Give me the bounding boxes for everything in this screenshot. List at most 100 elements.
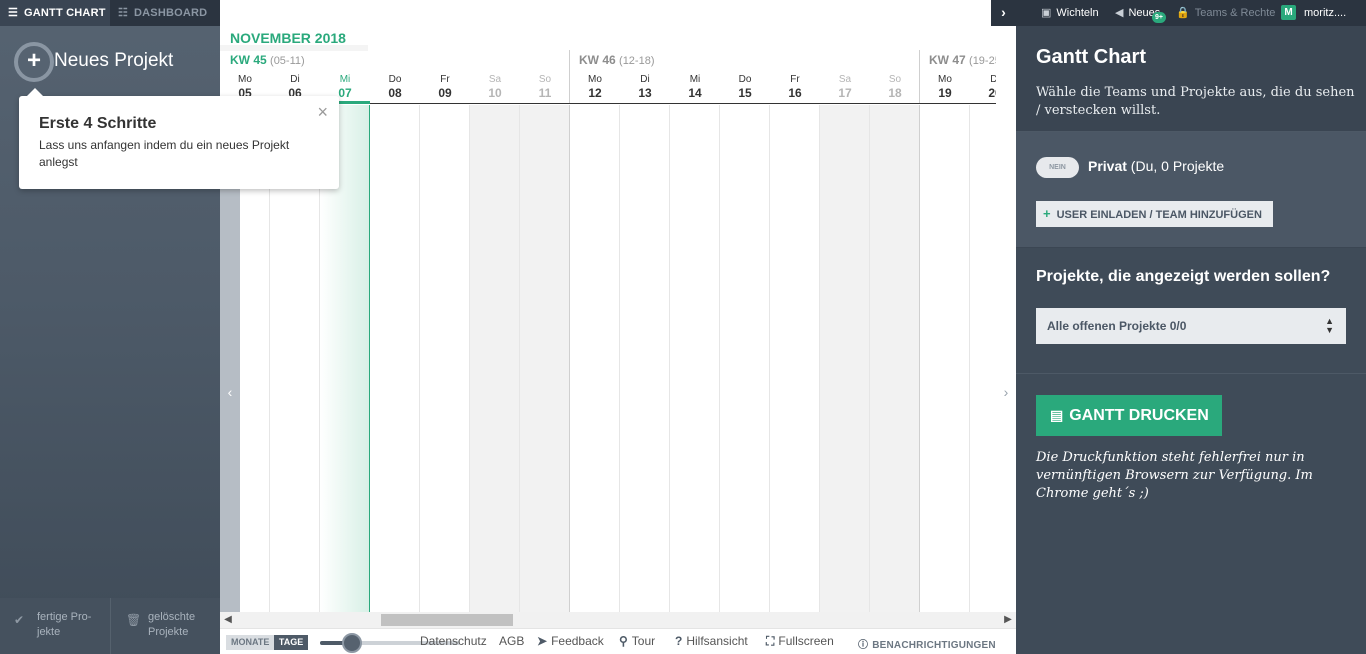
help-label: Hilfsansicht (686, 634, 748, 648)
day-name: Do (738, 74, 752, 85)
deleted-projects-label: gelöschte Projekte (148, 611, 196, 638)
day-date: 08 (388, 86, 402, 100)
bottom-toolbar: MONATE TAGE Datenschutz AGB ➤ Feedback ⚲ T… (220, 628, 1016, 654)
tour-link[interactable]: ⚲ Tour (619, 634, 655, 648)
document-icon: ▤ (1050, 407, 1064, 423)
day-name: Di (640, 74, 650, 85)
day-column[interactable] (820, 105, 870, 612)
invite-user-button[interactable]: + USER EINLADEN / TEAM HINZUFÜGEN (1036, 201, 1273, 227)
projects-title: Projekte, die angezeigt werden sollen? (1036, 268, 1331, 285)
day-name: Di (290, 74, 300, 85)
tab-gantt-chart[interactable]: ☰ GANTT CHART (0, 0, 110, 26)
finished-projects-link[interactable]: ✔ fertige Pro- jekte (14, 610, 106, 642)
week-range: (19-25) (969, 55, 996, 67)
day-header: Sa 17 (820, 74, 870, 101)
day-column[interactable] (720, 105, 770, 612)
day-name: Di (990, 74, 996, 85)
day-column[interactable] (420, 105, 470, 612)
grid-right-gutter (996, 26, 1016, 626)
trash-icon: 🗑 (126, 613, 142, 627)
fullscreen-icon: ⛶ (766, 634, 775, 648)
map-pin-icon: ⚲ (619, 634, 628, 648)
day-column[interactable] (970, 105, 996, 612)
deleted-projects-link[interactable]: 🗑 gelöschte Projekte (110, 598, 220, 654)
scroll-left-icon[interactable]: ‹ (220, 380, 240, 404)
day-column[interactable] (470, 105, 520, 612)
privacy-link[interactable]: Datenschutz (420, 634, 487, 648)
day-date: 15 (738, 86, 752, 100)
day-column[interactable] (920, 105, 970, 612)
day-column[interactable] (870, 105, 920, 612)
close-icon[interactable]: × (317, 103, 328, 121)
notifications-link[interactable]: ⓘ BENACHRICHTIGUNGEN (858, 636, 996, 651)
print-gantt-label: GANTT DRUCKEN (1069, 407, 1209, 424)
day-name: Mi (339, 74, 351, 85)
lock-icon: 🔒 (1176, 7, 1190, 19)
private-team-name: Privat (1088, 158, 1127, 174)
new-project-button[interactable]: + Neues Projekt (14, 42, 214, 82)
week-label: KW 45 (05-11) (230, 53, 305, 67)
notifications-label: BENACHRICHTIGUNGEN (872, 640, 996, 651)
wichteln-link[interactable]: ▣ Wichteln (1041, 0, 1099, 26)
week-label: KW 46 (12-18) (579, 53, 655, 67)
view-month-button[interactable]: MONATE (226, 635, 275, 650)
day-column[interactable] (770, 105, 820, 612)
horizontal-scrollbar[interactable]: ◀ ▶ (220, 612, 1016, 628)
day-column[interactable] (370, 105, 420, 612)
day-date: 09 (438, 86, 452, 100)
fullscreen-link[interactable]: ⛶ Fullscreen (766, 634, 834, 649)
panel-title: Gantt Chart (1036, 46, 1146, 68)
day-column[interactable] (670, 105, 720, 612)
gantt-icon: ☰ (8, 7, 19, 19)
day-date: 18 (888, 86, 902, 100)
day-name: Sa (838, 74, 852, 85)
view-days-button[interactable]: TAGE (273, 635, 309, 650)
week-number: KW 45 (230, 53, 267, 67)
day-date: 10 (488, 86, 502, 100)
username[interactable]: moritz.... (1304, 0, 1346, 26)
print-note: Die Druckfunktion steht fehlerfrei nur i… (1036, 450, 1313, 501)
avatar[interactable]: M (1281, 5, 1296, 20)
day-header: Mo 19 (920, 74, 970, 101)
day-column[interactable] (570, 105, 620, 612)
gift-icon: ▣ (1041, 7, 1052, 19)
teams-rights-label: Teams & Rechte (1194, 7, 1276, 19)
week-label: KW 47 (19-25) (929, 53, 996, 67)
day-column[interactable] (620, 105, 670, 612)
day-date: 20 (988, 86, 996, 100)
day-column[interactable] (520, 105, 570, 612)
month-label: NOVEMBER 2018 (230, 30, 346, 46)
scroll-arrow-right-icon[interactable]: ▶ (1000, 612, 1016, 628)
day-header: Fr 09 (420, 74, 470, 101)
projects-select-value: Alle offenen Projekte 0/0 (1047, 319, 1187, 333)
day-date: 13 (638, 86, 652, 100)
day-name: Do (388, 74, 402, 85)
day-date: 14 (688, 86, 702, 100)
projects-select[interactable]: Alle offenen Projekte 0/0 ▲ ▼ (1036, 308, 1346, 344)
private-toggle[interactable]: NEIN (1036, 157, 1079, 178)
scroll-right-icon[interactable]: › (996, 380, 1016, 404)
tab-dashboard[interactable]: ☷ DASHBOARD (110, 0, 218, 26)
scroll-arrow-left-icon[interactable]: ◀ (220, 612, 236, 628)
sidebar-footer: ✔ fertige Pro- jekte 🗑 gelöschte Projekt… (0, 598, 220, 654)
day-header: Mi 14 (670, 74, 720, 101)
day-header: Di 13 (620, 74, 670, 101)
day-header: Mo 12 (570, 74, 620, 101)
help-link[interactable]: ? Hilfsansicht (675, 634, 748, 648)
tooltip-title: Erste 4 Schritte (39, 115, 157, 132)
chevron-right-icon[interactable]: › (991, 0, 1016, 26)
feedback-link[interactable]: ➤ Feedback (537, 634, 604, 648)
teams-rights-link[interactable]: 🔒 Teams & Rechte (1176, 0, 1275, 26)
terms-link[interactable]: AGB (499, 634, 524, 648)
plus-icon[interactable]: + (14, 42, 54, 82)
zoom-slider-handle[interactable] (342, 633, 362, 653)
timeline-header: NOVEMBER 2018 KW 45 (05-11) KW 46 (12-18… (220, 0, 996, 104)
scrollbar-thumb[interactable] (381, 614, 513, 626)
week-range: (12-18) (619, 55, 655, 67)
print-gantt-button[interactable]: ▤ GANTT DRUCKEN (1036, 395, 1222, 436)
finished-projects-label: fertige Pro- jekte (37, 611, 92, 638)
day-name: Mo (938, 74, 952, 85)
private-team-label: Privat (Du, 0 Projekte (1088, 158, 1224, 174)
new-project-label: Neues Projekt (54, 50, 174, 71)
megaphone-icon: ◀ (1115, 7, 1124, 19)
